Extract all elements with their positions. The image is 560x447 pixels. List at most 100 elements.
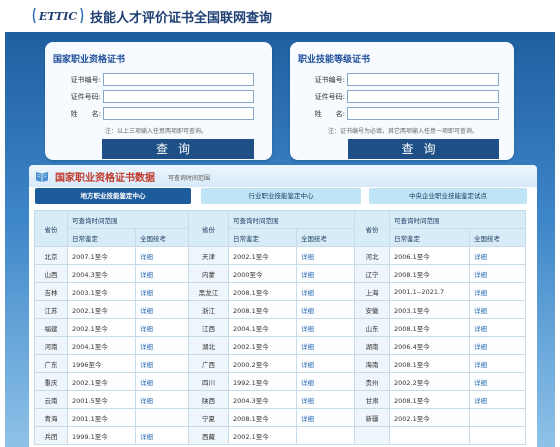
national-exam-cell: 详细 (135, 318, 189, 337)
detail-link[interactable]: 详细 (301, 325, 314, 333)
detail-link[interactable]: 详细 (301, 271, 314, 279)
detail-link[interactable]: 详细 (140, 307, 153, 315)
national-exam-cell: 详细 (296, 354, 355, 373)
province-name: 山西 (34, 264, 68, 283)
national-exam-cell: 详细 (135, 372, 189, 391)
national-exam-cell: 详细 (469, 354, 526, 373)
cert-number-row: 证书编号: (45, 73, 272, 87)
province-name: 海南 (354, 354, 390, 373)
daily-header: 日常鉴定 (228, 228, 297, 247)
daily-range: 2008.1至今 (389, 264, 470, 283)
cert-number-input[interactable] (103, 73, 254, 86)
detail-link[interactable]: 详细 (474, 397, 487, 405)
site-header: ETTIC 技能人才评价证书全国联网查询 (0, 0, 560, 32)
table-row: 江苏 2002.1至今 详细 浙江 2008.1至今 详细 安徽 2003.1至今 详细 (34, 300, 526, 319)
national-exam-header: 全国统考 (469, 228, 526, 247)
detail-link[interactable]: 详细 (474, 379, 487, 387)
detail-link[interactable]: 详细 (301, 397, 314, 405)
detail-link[interactable]: 详细 (474, 307, 487, 315)
daily-range: 2007.1至今 (67, 246, 136, 265)
province-name: 黑龙江 (188, 282, 229, 301)
name-label: 姓 名: (70, 110, 101, 118)
id-number-input[interactable] (103, 90, 254, 103)
detail-link[interactable]: 详细 (474, 325, 487, 333)
detail-link[interactable]: 详细 (474, 271, 487, 279)
province-name: 四川 (188, 372, 229, 391)
national-exam-cell: 详细 (296, 336, 355, 355)
cert-number-row: 证书编号: (290, 73, 514, 87)
detail-link[interactable]: 详细 (301, 379, 314, 387)
tab-central-enterprise[interactable]: 中央企业职业技能鉴定试点 (369, 188, 527, 204)
daily-range: 2000.2至今 (228, 354, 297, 373)
daily-range (389, 426, 470, 445)
daily-range: 2003.1至今 (67, 282, 136, 301)
query-button[interactable]: 查询 (348, 139, 499, 159)
table-subheader-row: 日常鉴定 全国统考 日常鉴定 全国统考 日常鉴定 全国统考 (35, 228, 526, 247)
daily-range: 2000至今 (228, 264, 297, 283)
detail-link[interactable]: 详细 (301, 289, 314, 297)
svg-text:ETTIC: ETTIC (38, 10, 78, 23)
range-header: 可查询时间范围 (67, 210, 189, 229)
name-input[interactable] (103, 107, 254, 120)
province-name: 内蒙 (188, 264, 229, 283)
ettic-logo: ETTIC (32, 6, 84, 25)
query-button[interactable]: 查询 (102, 139, 254, 159)
province-name: 西藏 (188, 426, 229, 445)
name-row: 姓 名: (290, 107, 514, 121)
daily-range: 2001.1--2021.7 (389, 282, 470, 301)
input-note: 注：证书编号为必填，其它两项输入任意一项即可查询。 (328, 128, 479, 135)
detail-link[interactable]: 详细 (474, 253, 487, 261)
national-exam-cell: 详细 (135, 246, 189, 265)
detail-link[interactable]: 详细 (140, 325, 153, 333)
table-row: 吉林 2003.1至今 详细 黑龙江 2008.1至今 详细 上海 2001.1--2021.… (34, 282, 526, 301)
province-name: 青海 (34, 408, 68, 427)
national-exam-header: 全国统考 (296, 228, 355, 247)
national-exam-cell: 详细 (469, 300, 526, 319)
national-exam-cell: 详细 (135, 282, 189, 301)
detail-link[interactable]: 详细 (140, 271, 153, 279)
detail-link[interactable]: 详细 (140, 253, 153, 261)
cert-number-input[interactable] (347, 73, 499, 86)
skill-level-panel: 职业技能等级证书 证书编号: 证件号码: 姓 名: 注：证书编号为必填，其它两项… (290, 42, 514, 160)
daily-range: 2003.1至今 (389, 300, 470, 319)
detail-link[interactable]: 详细 (301, 253, 314, 261)
id-number-input[interactable] (347, 90, 499, 103)
data-section-subtitle: 可查询时间范围 (168, 175, 211, 182)
input-note: 注：以上三项输入任意两项即可查询。 (105, 128, 208, 135)
daily-range: 2004.1至今 (228, 318, 297, 337)
name-input[interactable] (347, 107, 499, 120)
daily-range: 2008.1至今 (389, 318, 470, 337)
national-exam-cell: 详细 (135, 354, 189, 373)
detail-link[interactable]: 详细 (301, 307, 314, 315)
book-icon (36, 172, 48, 182)
detail-link[interactable]: 详细 (140, 289, 153, 297)
detail-link[interactable]: 详细 (140, 397, 153, 405)
tab-local-center[interactable]: 地方职业技能鉴定中心 (35, 188, 191, 204)
detail-link[interactable]: 详细 (301, 361, 314, 369)
id-number-row: 证件号码: (45, 90, 272, 104)
national-exam-cell: 详细 (296, 372, 355, 391)
detail-link[interactable]: 详细 (140, 343, 153, 351)
detail-link[interactable]: 详细 (301, 343, 314, 351)
table-header: 省份 可查询时间范围 省份 可查询时间范围 省份 可查询时间范围 日常鉴定 全国… (34, 210, 526, 247)
detail-link[interactable]: 详细 (140, 361, 153, 369)
national-exam-header: 全国统考 (135, 228, 189, 247)
daily-range: 2002.1至今 (228, 246, 297, 265)
detail-link[interactable]: 详细 (474, 361, 487, 369)
province-name: 天津 (188, 246, 229, 265)
cert-number-label: 证书编号: (70, 76, 101, 84)
cert-number-label: 证书编号: (314, 76, 345, 84)
detail-link[interactable]: 详细 (140, 433, 153, 441)
daily-range: 2002.1至今 (228, 336, 297, 355)
detail-link[interactable]: 详细 (301, 415, 314, 423)
province-name: 河南 (34, 336, 68, 355)
detail-link[interactable]: 详细 (140, 379, 153, 387)
daily-range: 2002.2至今 (389, 372, 470, 391)
province-name: 山东 (354, 318, 390, 337)
tab-industry-center[interactable]: 行业职业技能鉴定中心 (201, 188, 361, 204)
daily-range: 2008.1至今 (228, 408, 297, 427)
province-name: 广东 (34, 354, 68, 373)
detail-link[interactable]: 详细 (474, 289, 487, 297)
daily-range: 2008.1至今 (389, 354, 470, 373)
detail-link[interactable]: 详细 (474, 343, 487, 351)
